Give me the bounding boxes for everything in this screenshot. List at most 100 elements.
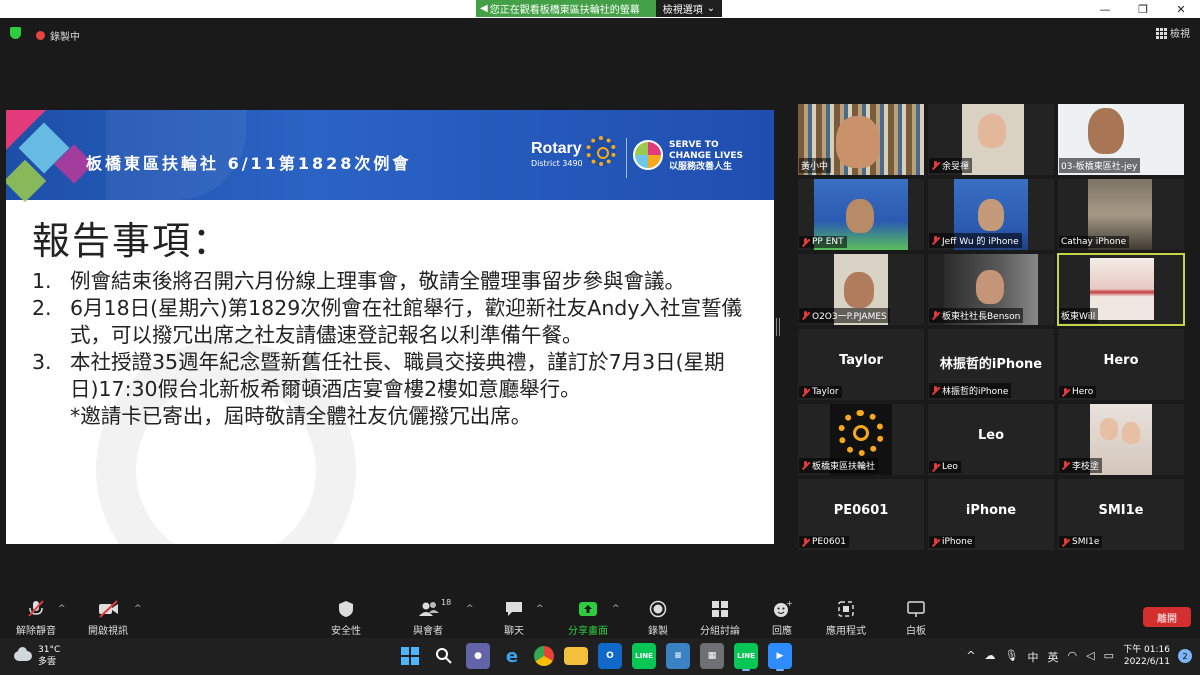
security-button[interactable]: 安全性 — [316, 600, 376, 637]
start-video-button[interactable]: 開啟視訊 — [78, 600, 138, 637]
unmute-label: 解除靜音 — [16, 626, 56, 637]
mic-muted-icon — [931, 311, 940, 320]
participant-label: 黃小中 — [801, 162, 829, 172]
chat-options-caret[interactable]: ^ — [536, 604, 544, 614]
recording-label: 錄製中 — [50, 32, 80, 43]
chat-button[interactable]: 聊天 — [484, 600, 544, 637]
video-face — [1122, 422, 1140, 444]
audio-options-caret[interactable]: ^ — [58, 604, 66, 614]
serve-logo-icon — [633, 140, 663, 170]
record-button[interactable]: 錄製 — [628, 600, 688, 637]
weather-widget[interactable]: 31°C 多雲 — [14, 644, 60, 668]
participant-tile[interactable]: Jeff Wu 的 iPhone — [928, 179, 1054, 250]
calculator-icon[interactable]: ▦ — [700, 643, 724, 669]
participant-tile[interactable]: Leo Leo — [928, 404, 1054, 475]
participants-count: 18 — [441, 598, 452, 607]
view-button[interactable]: 檢視 — [1156, 25, 1190, 40]
maximize-button[interactable]: ❐ — [1124, 0, 1162, 18]
participant-name: iPhone — [929, 536, 976, 548]
participant-tile[interactable]: O2O3一P.PJAMES — [798, 254, 924, 325]
whiteboard-button[interactable]: 白板 — [886, 600, 946, 637]
record-icon — [648, 600, 668, 618]
ime-indicator[interactable]: 中 — [1028, 649, 1039, 665]
item-number: 3. — [32, 350, 52, 374]
onedrive-icon[interactable]: ☁ — [985, 649, 996, 665]
participant-tile[interactable]: PP ENT — [798, 179, 924, 250]
participant-name: Taylor — [799, 386, 842, 398]
microphone-icon[interactable]: 🎙 — [1005, 649, 1019, 665]
notepad-icon[interactable]: ≡ — [666, 643, 690, 669]
breakout-label: 分組討論 — [700, 626, 740, 637]
recording-indicator[interactable]: 錄製中 — [36, 28, 80, 43]
line-icon[interactable]: LINE — [734, 643, 758, 671]
wifi-icon[interactable]: ◠ — [1068, 649, 1078, 665]
minimize-button[interactable]: — — [1086, 0, 1124, 18]
participant-label: 板東Will — [1061, 312, 1096, 322]
video-face — [846, 199, 874, 233]
outlook-icon[interactable]: O — [598, 643, 622, 669]
battery-icon[interactable]: ▭ — [1104, 649, 1114, 665]
participant-tile[interactable]: iPhone iPhone — [928, 479, 1054, 550]
participant-tile[interactable]: 李枝塗 — [1058, 404, 1184, 475]
mic-muted-icon — [801, 311, 810, 320]
edge-icon[interactable]: e — [500, 643, 524, 669]
participant-label: 板東社社長Benson — [942, 312, 1021, 322]
teams-chat-icon[interactable]: ● — [466, 643, 490, 669]
participant-display-name: 林振哲的iPhone — [939, 357, 1043, 372]
participant-tile[interactable]: Cathay iPhone — [1058, 179, 1184, 250]
temperature: 31°C — [38, 645, 61, 655]
participants-label: 與會者 — [413, 626, 443, 637]
list-item: 1. 例會結束後將召開六月份線上理事會，敬請全體理事留步參與會議。 — [32, 268, 762, 295]
participant-tile[interactable]: SMI1e SMI1e — [1058, 479, 1184, 550]
view-options-button[interactable]: 檢視選項 ⌄ — [656, 0, 722, 17]
smiley-icon: + — [772, 599, 793, 618]
speaker-icon[interactable]: ◁ — [1086, 649, 1094, 665]
reactions-button[interactable]: + 回應 — [752, 599, 812, 637]
search-icon[interactable] — [432, 643, 456, 669]
participant-tile[interactable]: 余旻禪 — [928, 104, 1054, 175]
resize-splitter[interactable] — [776, 318, 780, 336]
chevron-up-icon[interactable]: ^ — [966, 649, 975, 665]
unmute-button[interactable]: 解除靜音 — [6, 600, 66, 637]
security-label: 安全性 — [331, 626, 361, 637]
share-message: ◀ 您正在觀看板橋東區扶輪社的螢幕 — [476, 0, 656, 17]
mic-muted-icon — [801, 237, 810, 247]
zoom-icon[interactable]: ▶ — [768, 643, 792, 671]
chrome-icon[interactable] — [534, 646, 554, 666]
participant-tile[interactable]: PE0601 PE0601 — [798, 479, 924, 550]
ime-mode-indicator[interactable]: 英 — [1048, 649, 1059, 665]
participant-label: PP ENT — [812, 237, 844, 247]
breakout-rooms-button[interactable]: 分組討論 — [690, 600, 750, 637]
share-screen-button[interactable]: 分享畫面 — [558, 600, 618, 637]
shield-icon — [336, 600, 356, 618]
windows-start-icon[interactable] — [398, 643, 422, 669]
close-button[interactable]: ✕ — [1162, 0, 1200, 18]
reactions-label: 回應 — [772, 626, 792, 637]
divider — [626, 138, 627, 178]
mic-muted-icon — [1061, 461, 1070, 470]
system-clock[interactable]: 下午 01:16 2022/6/11 — [1123, 644, 1170, 668]
mic-muted-icon — [931, 161, 940, 170]
participant-tile[interactable]: Taylor Taylor — [798, 329, 924, 400]
participant-gallery: 黃小中 余旻禪 03-板橋東區社-jey PP ENT Jeff Wu 的 iP… — [798, 104, 1188, 552]
participants-button[interactable]: 18 與會者 — [398, 598, 458, 637]
leave-button[interactable]: 離開 — [1143, 607, 1191, 627]
line-icon[interactable]: LINE — [632, 643, 656, 669]
participants-options-caret[interactable]: ^ — [466, 604, 474, 614]
file-explorer-icon[interactable] — [564, 647, 588, 665]
participant-tile[interactable]: 林振哲的iPhone 林振哲的iPhone — [928, 329, 1054, 400]
slide-header: 板橋東區扶輪社 6/11第1828次例會 Rotary District 349… — [6, 110, 774, 203]
participant-tile[interactable]: Hero Hero — [1058, 329, 1184, 400]
participant-display-name: Hero — [1103, 353, 1139, 368]
participant-tile[interactable]: 板橋東區扶輪社 — [798, 404, 924, 475]
apps-button[interactable]: 應用程式 — [816, 600, 876, 637]
list-item: 3. 本社授證35週年紀念暨新舊任社長、職員交接典禮，謹訂於7月3日(星期日)1… — [32, 349, 762, 403]
video-options-caret[interactable]: ^ — [134, 604, 142, 614]
security-shield-icon[interactable] — [10, 27, 21, 39]
notification-badge[interactable]: 2 — [1178, 649, 1192, 663]
share-options-caret[interactable]: ^ — [612, 604, 620, 614]
participant-tile[interactable]: 03-板橋東區社-jey — [1058, 104, 1184, 175]
participant-tile[interactable]: 板東社社長Benson — [928, 254, 1054, 325]
participant-tile[interactable]: 黃小中 — [798, 104, 924, 175]
active-speaker-tile[interactable]: 板東Will — [1057, 253, 1185, 326]
